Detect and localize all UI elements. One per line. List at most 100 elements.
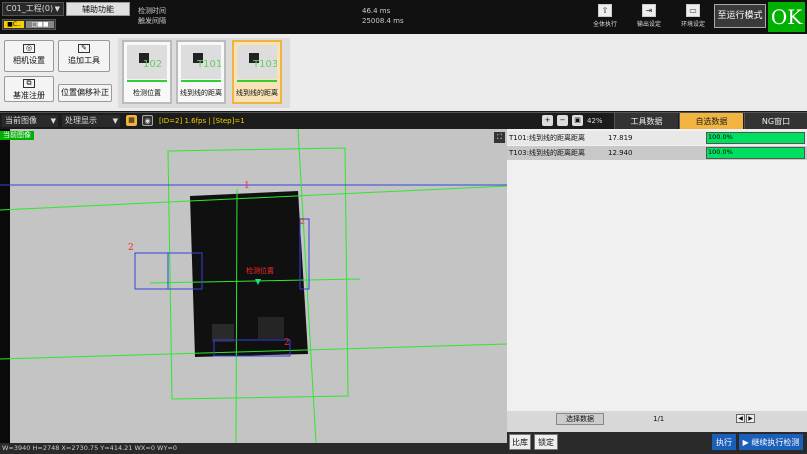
mini-status-gray: □■■	[26, 21, 54, 28]
run-mode-button[interactable]: 至运行模式	[714, 4, 766, 28]
position-offset-button[interactable]: 位置偏移补正	[58, 84, 112, 102]
next-page-icon[interactable]: ▶	[746, 414, 755, 423]
display-select[interactable]: 处理显示 ▼	[62, 115, 120, 127]
monitor-icon: ▭	[686, 4, 700, 17]
custom-data-panel: T101:线到线的距离距离 17.819 100.0% T103:线到线的距离距…	[507, 129, 807, 411]
register-icon: ⧉	[23, 79, 35, 88]
flow-card-102[interactable]: 102 检测位置	[122, 40, 172, 104]
chevron-down-icon: ▼	[112, 117, 118, 125]
env-settings-label: 环境设定	[680, 21, 705, 28]
detect-time-label: 检测时间	[138, 7, 166, 15]
camera-info: [ID=2] 1.6fps | [Step]=1	[159, 117, 245, 125]
continue-inspection-button[interactable]: ▶ 继续执行检测	[739, 434, 803, 450]
top-bar: C01_工程(0) ▼ 辅助功能 ■C.. □■■ 检测时间 触发间隔 46.4…	[0, 0, 807, 34]
mark-label: 2	[284, 338, 290, 348]
image-view[interactable]: 1 2 2 2 检测位置 当前图像 ⛶	[0, 129, 507, 443]
flow-card-t103[interactable]: T103 线到线的距离	[232, 40, 282, 104]
measure-box	[134, 252, 169, 290]
play-all-icon: ⇧	[598, 4, 612, 17]
flow-num: 102	[143, 59, 163, 70]
compare-button[interactable]: 比库	[509, 434, 531, 450]
flow-thumb: 102	[127, 45, 167, 79]
expand-icon[interactable]: ⛶	[494, 132, 505, 143]
add-tool-button[interactable]: ✎ 追加工具	[58, 40, 110, 72]
output-settings-button[interactable]: ⇥ 输出设定	[628, 4, 670, 32]
execute-button[interactable]: 执行	[712, 434, 736, 450]
display-select-value: 处理显示	[65, 116, 97, 125]
image-edge	[0, 129, 10, 443]
chevron-down-icon: ▼	[50, 117, 56, 125]
flow-card-t101[interactable]: T101 线到线的距离	[176, 40, 226, 104]
zoom-in-icon[interactable]: +	[542, 115, 553, 126]
mark-label: 2	[300, 217, 305, 226]
fit-icon[interactable]: ▣	[572, 115, 583, 126]
camera-settings-button[interactable]: ◎ 相机设置	[4, 40, 54, 72]
flow-label: 线到线的距离	[236, 89, 278, 97]
current-image-label: 当前图像	[0, 131, 34, 140]
zoom-value: 42%	[587, 117, 603, 125]
camera-icon: ◎	[23, 44, 35, 53]
position-label: 检测位置	[246, 266, 274, 275]
flow-num: T101	[197, 59, 221, 70]
flow-ok-bar	[127, 80, 167, 82]
continue-inspection-label: 继续执行检测	[751, 438, 800, 447]
mark-label: 1	[244, 181, 250, 191]
assist-button[interactable]: 辅助功能	[66, 2, 130, 16]
part-shadow	[258, 317, 284, 339]
trigger-interval-value: 25008.4 ms	[362, 17, 404, 25]
add-tool-label: 追加工具	[68, 56, 100, 65]
row-bar: 100.0%	[706, 147, 805, 159]
view-select[interactable]: 当前图像 ▼	[2, 115, 58, 127]
flow-ok-bar	[237, 80, 277, 82]
tab-tool-data[interactable]: 工具数据	[614, 113, 678, 130]
vision-app: C01_工程(0) ▼ 辅助功能 ■C.. □■■ 检测时间 触发间隔 46.4…	[0, 0, 807, 454]
image-toolbar: 当前图像 ▼ 处理显示 ▼ ▦ ◉ [ID=2] 1.6fps | [Step]=1…	[0, 112, 807, 130]
view-select-value: 当前图像	[5, 116, 37, 125]
tab-ng-window[interactable]: NG窗口	[744, 113, 807, 130]
register-master-button[interactable]: ⧉ 基准注册	[4, 76, 54, 102]
flow-label: 线到线的距离	[180, 89, 222, 97]
env-settings-button[interactable]: ▭ 环境设定	[672, 4, 714, 32]
camera-settings-label: 相机设置	[13, 56, 45, 65]
chevron-down-icon: ▼	[54, 5, 60, 13]
select-data-button[interactable]: 选择数据	[556, 413, 604, 425]
eye-icon[interactable]: ◉	[142, 115, 153, 126]
register-master-label: 基准注册	[13, 91, 45, 100]
flow-thumb: T103	[237, 45, 277, 79]
row-value: 17.819	[608, 134, 633, 142]
output-icon: ⇥	[642, 4, 656, 17]
row-name: T103:线到线的距离距离	[509, 149, 585, 157]
row-bar: 100.0%	[706, 132, 805, 144]
zoom-out-icon[interactable]: −	[557, 115, 568, 126]
status-bar: W=3940 H=2748 X=2730.75 Y=414.21 WX=0 WY…	[0, 443, 507, 454]
mini-status: ■C.. □■■	[2, 19, 56, 30]
table-row[interactable]: T101:线到线的距离距离 17.819 100.0%	[507, 131, 807, 145]
grid-icon[interactable]: ▦	[126, 115, 137, 126]
flow-num: T103	[253, 59, 277, 70]
row-name: T101:线到线的距离距离	[509, 134, 585, 142]
scene-name: C01_工程(0)	[6, 4, 54, 13]
flow-ok-bar	[181, 80, 221, 82]
row-value: 12.940	[608, 149, 633, 157]
footer-bar: 比库 锁定 执行 ▶ 继续执行检测	[507, 432, 807, 454]
scene-selector[interactable]: C01_工程(0) ▼	[2, 2, 64, 16]
run-all-button[interactable]: ⇧ 全体执行	[584, 4, 626, 32]
mark-label: 2	[128, 243, 134, 253]
inspection-overlay: 1 2 2 2 检测位置	[0, 129, 507, 443]
table-row[interactable]: T103:线到线的距离距离 12.940 100.0%	[507, 146, 807, 160]
run-all-label: 全体执行	[592, 21, 617, 28]
tab-custom-data[interactable]: 自选数据	[679, 113, 743, 130]
judgment-ok: OK	[768, 2, 805, 32]
timing-block: 检测时间 触发间隔 46.4 ms 25008.4 ms	[138, 6, 404, 26]
part-shadow	[212, 324, 234, 342]
trigger-interval-label: 触发间隔	[138, 17, 166, 25]
detect-time-value: 46.4 ms	[362, 7, 391, 15]
prev-page-icon[interactable]: ◀	[736, 414, 745, 423]
flow-thumb: T101	[181, 45, 221, 79]
flow-label: 检测位置	[133, 89, 161, 97]
page-indicator: 1/1	[653, 415, 665, 423]
lock-button[interactable]: 锁定	[534, 434, 558, 450]
output-settings-label: 输出设定	[636, 21, 661, 28]
mini-status-yellow: ■C..	[4, 21, 24, 28]
add-tool-icon: ✎	[78, 44, 90, 53]
